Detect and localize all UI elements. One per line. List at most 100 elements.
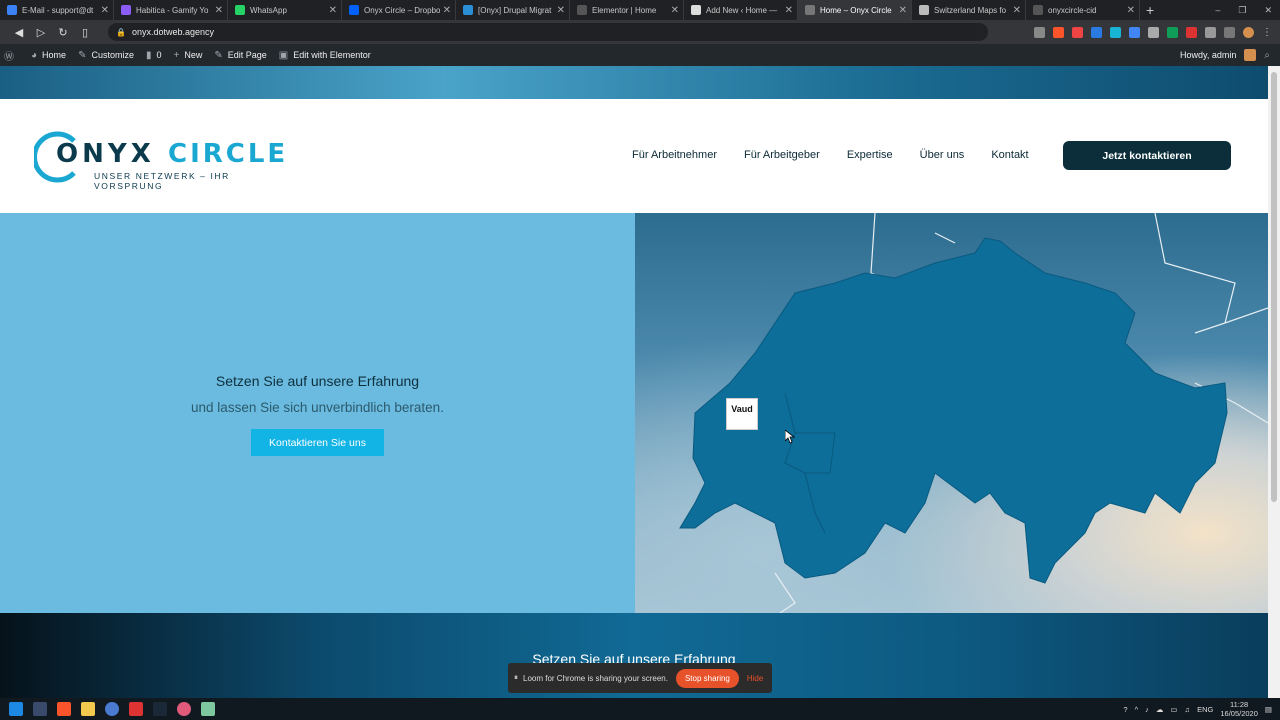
comments-link[interactable]: ▮ 0 (146, 50, 162, 61)
tab-close-icon[interactable]: ✕ (443, 5, 451, 16)
volume-icon[interactable]: ♫ (1184, 705, 1190, 714)
back-icon[interactable]: ◀ (8, 26, 30, 39)
reload-icon[interactable]: ↻ (52, 26, 74, 39)
maximize-icon[interactable]: ❐ (1238, 5, 1246, 16)
search-icon[interactable]: ⌕ (1264, 50, 1270, 61)
contact-us-button[interactable]: Kontaktieren Sie uns (251, 429, 384, 456)
contact-cta-button[interactable]: Jetzt kontaktieren (1063, 141, 1231, 170)
browser-tab[interactable]: [Onyx] Drupal Migrat ✕ (456, 0, 570, 20)
notepad-icon[interactable] (201, 702, 215, 716)
main-navigation: Für Arbeitnehmer Für Arbeitgeber Experti… (632, 149, 1056, 161)
tab-favicon-icon (121, 5, 131, 15)
network-icon[interactable]: ▭ (1170, 705, 1177, 714)
tab-favicon-icon (691, 5, 701, 15)
lock-icon: 🔒 (116, 27, 126, 37)
record-icon[interactable] (1186, 26, 1197, 38)
tab-close-icon[interactable]: ✕ (899, 5, 907, 16)
cloud-icon[interactable]: ☁ (1156, 705, 1164, 714)
nav-fuer-arbeitgeber[interactable]: Für Arbeitgeber (744, 149, 820, 161)
close-window-icon[interactable]: ✕ (1264, 5, 1272, 16)
site-logo[interactable]: ONYX CIRCLE UNSER NETZWERK – IHR VORSPRU… (34, 129, 296, 191)
nav-ueber-uns[interactable]: Über uns (920, 149, 965, 161)
help-icon[interactable]: ? (1123, 705, 1127, 714)
scrollbar-thumb[interactable] (1271, 72, 1277, 502)
url-field[interactable]: 🔒 onyx.dotweb.agency (108, 23, 988, 41)
extension-icon[interactable] (1167, 26, 1178, 38)
tab-favicon-icon (7, 5, 17, 15)
tab-close-icon[interactable]: ✕ (557, 5, 565, 16)
extensions-menu-icon[interactable] (1224, 26, 1235, 38)
camera-extension-icon[interactable] (1034, 26, 1045, 38)
tab-label: E-Mail - support@dt (22, 5, 94, 15)
minimize-icon[interactable]: – (1215, 5, 1220, 15)
profile-avatar[interactable] (1243, 26, 1254, 38)
tab-close-icon[interactable]: ✕ (215, 5, 223, 16)
browser-tab[interactable]: WhatsApp ✕ (228, 0, 342, 20)
tab-close-icon[interactable]: ✕ (101, 5, 109, 16)
edit-page-link[interactable]: ✎ Edit Page (214, 50, 266, 61)
tab-favicon-icon (463, 5, 473, 15)
chevron-up-icon[interactable]: ^ (1135, 705, 1139, 714)
browser-tab-strip: E-Mail - support@dt ✕ Habitica - Gamify Yo… (0, 0, 1280, 20)
nav-kontakt[interactable]: Kontakt (991, 149, 1028, 161)
brave-shield-icon[interactable] (1053, 26, 1064, 38)
forward-icon[interactable]: ▷ (30, 26, 52, 39)
tab-label: onyxcircle-cid (1048, 5, 1097, 15)
tab-close-icon[interactable]: ✕ (1013, 5, 1021, 16)
app-icon[interactable] (177, 702, 191, 716)
nav-fuer-arbeitnehmer[interactable]: Für Arbeitnehmer (632, 149, 717, 161)
admin-home-link[interactable]: ◕ Home (31, 50, 66, 61)
language-indicator[interactable]: ENG (1197, 705, 1213, 714)
page-scrollbar[interactable] (1268, 66, 1280, 698)
more-menu-icon[interactable]: ⋮ (1262, 27, 1272, 38)
avatar[interactable] (1244, 49, 1257, 61)
stop-sharing-button[interactable]: Stop sharing (675, 668, 739, 688)
notification-icon[interactable]: ▤ (1265, 705, 1272, 714)
extension-icon[interactable] (1148, 26, 1159, 38)
howdy-user[interactable]: Howdy, admin (1180, 50, 1236, 60)
logo-word-circle: CIRCLE (168, 139, 289, 169)
new-tab-button[interactable]: + (1140, 0, 1160, 20)
switzerland-shape[interactable] (679, 237, 1228, 584)
tab-label: WhatsApp (250, 5, 287, 15)
extension-icon[interactable] (1110, 26, 1121, 38)
screenshot-icon[interactable] (1205, 26, 1216, 38)
wordpress-logo[interactable]: Ⓦ (4, 48, 19, 63)
file-explorer-icon[interactable] (81, 702, 95, 716)
bookmark-icon[interactable]: ▯ (74, 26, 96, 39)
extension-badge-icon[interactable] (1072, 26, 1083, 38)
browser-tab[interactable]: Home – Onyx Circle ✕ (798, 0, 912, 20)
nav-expertise[interactable]: Expertise (847, 149, 893, 161)
app-icon[interactable] (129, 702, 143, 716)
browser-tab[interactable]: Habitica - Gamify Yo ✕ (114, 0, 228, 20)
microphone-icon[interactable]: ♪ (1145, 705, 1149, 714)
tab-close-icon[interactable]: ✕ (785, 5, 793, 16)
steam-icon[interactable] (153, 702, 167, 716)
screen-share-bar: ⏸ Loom for Chrome is sharing your screen… (508, 663, 772, 693)
pause-icon[interactable]: ⏸ (514, 673, 518, 683)
new-content-link[interactable]: + New (174, 50, 203, 61)
edit-elementor-link[interactable]: ▣ Edit with Elementor (279, 50, 371, 61)
tab-close-icon[interactable]: ✕ (329, 5, 337, 16)
browser-tab[interactable]: Switzerland Maps fo ✕ (912, 0, 1026, 20)
browser-tab[interactable]: Onyx Circle – Dropbo ✕ (342, 0, 456, 20)
translate-icon[interactable] (1129, 26, 1140, 38)
task-view-icon[interactable] (33, 702, 47, 716)
tab-close-icon[interactable]: ✕ (1127, 5, 1135, 16)
clock[interactable]: 11:28 16/05/2020 (1220, 700, 1258, 718)
hide-button[interactable]: Hide (747, 674, 763, 683)
browser-tab[interactable]: Elementor | Home ✕ (570, 0, 684, 20)
brave-browser-icon[interactable] (57, 702, 71, 716)
hero-title: Setzen Sie auf unsere Erfahrung (215, 373, 420, 389)
browser-tab[interactable]: E-Mail - support@dt ✕ (0, 0, 114, 20)
tab-favicon-icon (349, 5, 359, 15)
start-icon[interactable] (9, 702, 23, 716)
customize-link[interactable]: ✎ Customize (78, 50, 134, 61)
app-icon[interactable] (105, 702, 119, 716)
browser-tab[interactable]: onyxcircle-cid ✕ (1026, 0, 1140, 20)
extension-icon[interactable] (1091, 26, 1102, 38)
browser-tab[interactable]: Add New ‹ Home — ✕ (684, 0, 798, 20)
tab-close-icon[interactable]: ✕ (671, 5, 679, 16)
top-banner-strip (0, 66, 1268, 99)
wp-admin-bar: Ⓦ ◕ Home ✎ Customize ▮ 0 + New ✎ Edit Page ▣ E… (0, 44, 1280, 66)
